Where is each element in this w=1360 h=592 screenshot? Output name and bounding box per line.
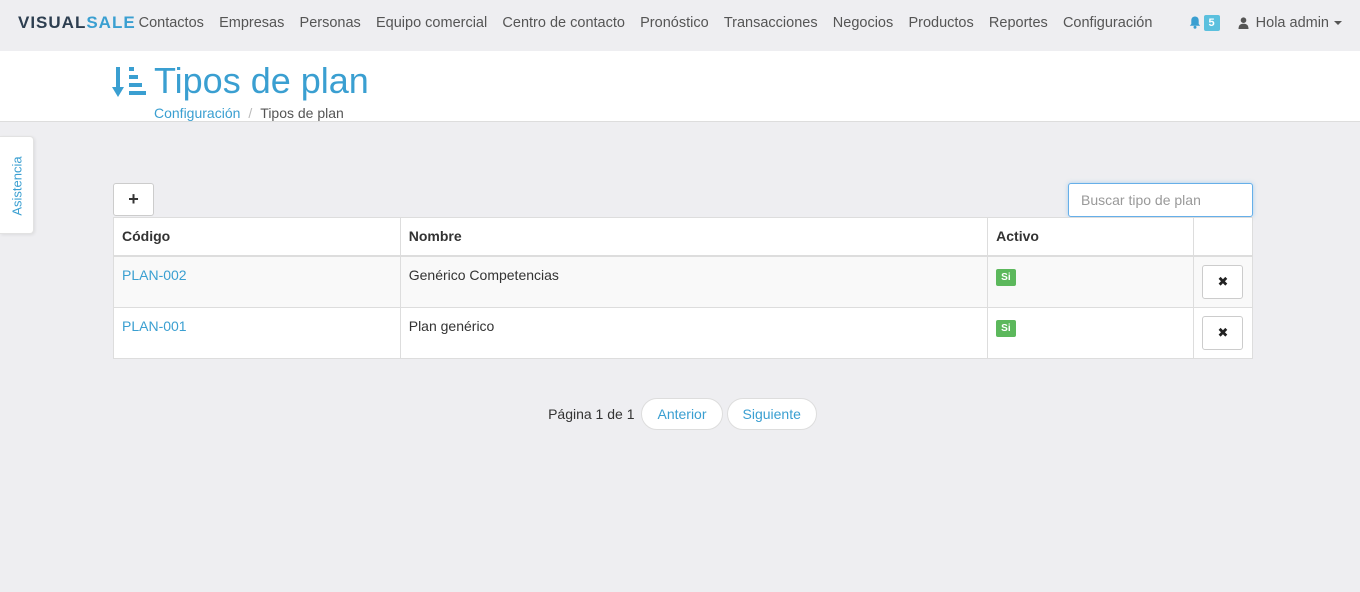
sort-list-icon	[112, 67, 146, 97]
user-menu[interactable]: Hola admin	[1256, 15, 1342, 31]
cell-active: Si	[987, 255, 1194, 308]
page-title: Tipos de plan	[154, 60, 369, 101]
table-header-row: Código Nombre Activo	[113, 217, 1254, 257]
column-header-nombre[interactable]: Nombre	[399, 217, 989, 257]
nav-item-empresas[interactable]: Empresas	[211, 15, 291, 31]
next-page-button[interactable]: Siguiente	[726, 398, 817, 430]
user-icon	[1238, 16, 1249, 29]
caret-down-icon	[1334, 20, 1342, 25]
assistance-tab-label: Asistencia	[9, 156, 25, 216]
delete-button[interactable]: ✖	[1202, 264, 1244, 299]
nav-item-equipo-comercial[interactable]: Equipo comercial	[368, 15, 494, 31]
table-row: PLAN-001 Plan genérico Si ✖	[113, 306, 1254, 359]
plan-code-link[interactable]: PLAN-001	[122, 318, 187, 334]
plan-types-table: Código Nombre Activo PLAN-002 Genérico C…	[113, 217, 1254, 359]
nav-right: 5 Hola admin	[1189, 0, 1342, 45]
nav-item-reportes[interactable]: Reportes	[981, 15, 1055, 31]
nav-item-centro-de-contacto[interactable]: Centro de contacto	[495, 15, 633, 31]
bell-icon[interactable]	[1189, 16, 1201, 29]
main-nav: Contactos Empresas Personas Equipo comer…	[131, 0, 1160, 45]
column-header-codigo[interactable]: Código	[113, 217, 401, 257]
logo-main: VISUAL	[18, 13, 87, 32]
cell-actions: ✖	[1192, 306, 1254, 359]
cell-code: PLAN-001	[113, 306, 401, 359]
active-badge: Si	[996, 319, 1016, 337]
cell-name: Genérico Competencias	[399, 255, 989, 308]
pagination-status: Página 1 de 1	[548, 406, 635, 422]
breadcrumb-configuracion-link[interactable]: Configuración	[154, 105, 240, 121]
cell-code: PLAN-002	[113, 255, 401, 308]
column-header-activo[interactable]: Activo	[987, 217, 1194, 257]
breadcrumb-separator: /	[248, 105, 253, 121]
nav-item-productos[interactable]: Productos	[901, 15, 981, 31]
table-row: PLAN-002 Genérico Competencias Si ✖	[113, 255, 1254, 308]
assistance-side-tab[interactable]: Asistencia	[0, 136, 34, 234]
active-badge: Si	[996, 268, 1016, 286]
cell-name: Plan genérico	[399, 306, 989, 359]
cell-actions: ✖	[1192, 255, 1254, 308]
delete-button[interactable]: ✖	[1202, 315, 1244, 350]
breadcrumb: Configuración / Tipos de plan	[154, 105, 344, 121]
logo-accent: SALE	[86, 13, 136, 32]
previous-page-button[interactable]: Anterior	[641, 398, 723, 430]
top-navbar: VISUALSALE Contactos Empresas Personas E…	[0, 0, 1360, 45]
breadcrumb-current: Tipos de plan	[260, 105, 344, 121]
user-menu-label: Hola admin	[1255, 14, 1329, 31]
cell-active: Si	[987, 306, 1194, 359]
nav-item-negocios[interactable]: Negocios	[825, 15, 901, 31]
nav-item-personas[interactable]: Personas	[292, 15, 368, 31]
column-header-actions	[1192, 217, 1254, 257]
nav-item-transacciones[interactable]: Transacciones	[716, 15, 825, 31]
logo[interactable]: VISUALSALE	[18, 13, 136, 33]
notifications-badge[interactable]: 5	[1203, 14, 1220, 31]
plan-code-link[interactable]: PLAN-002	[122, 267, 187, 283]
nav-item-contactos[interactable]: Contactos	[131, 15, 211, 31]
pagination: Página 1 de 1 Anterior Siguiente	[0, 398, 1360, 430]
search-input[interactable]	[1068, 183, 1253, 217]
nav-item-pronostico[interactable]: Pronóstico	[633, 15, 717, 31]
add-plan-type-button[interactable]: +	[113, 183, 154, 216]
nav-item-configuracion[interactable]: Configuración	[1055, 15, 1160, 31]
page-header: Tipos de plan Configuración / Tipos de pla…	[0, 51, 1360, 122]
